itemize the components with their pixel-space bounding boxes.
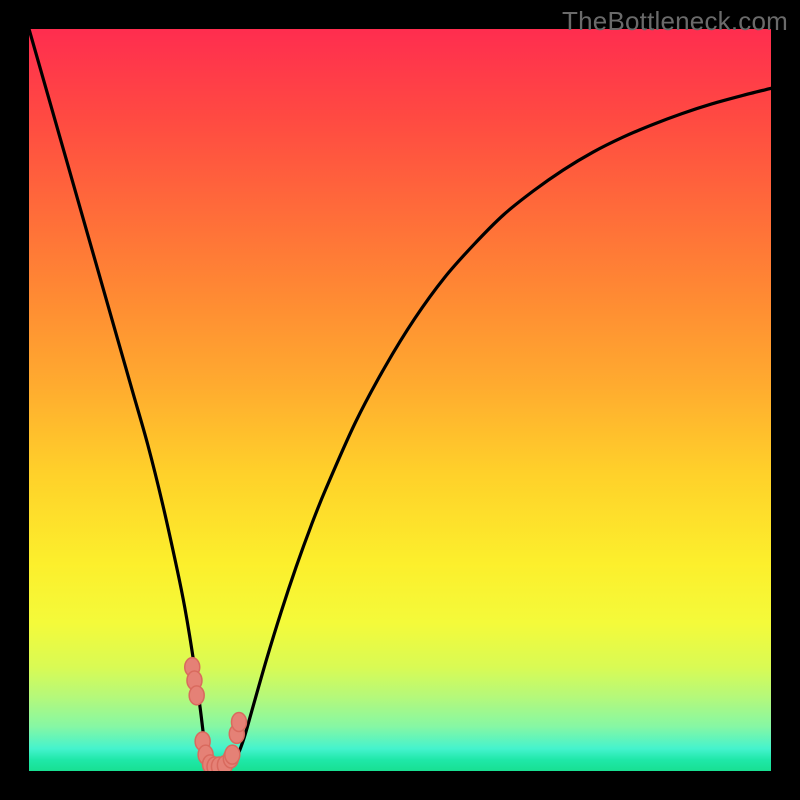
data-markers: [29, 29, 771, 771]
watermark-text: TheBottleneck.com: [562, 6, 788, 37]
plot-area: [29, 29, 771, 771]
marker-point: [189, 686, 204, 705]
marker-point: [231, 713, 246, 732]
chart-canvas: TheBottleneck.com: [0, 0, 800, 800]
marker-point: [225, 745, 240, 764]
